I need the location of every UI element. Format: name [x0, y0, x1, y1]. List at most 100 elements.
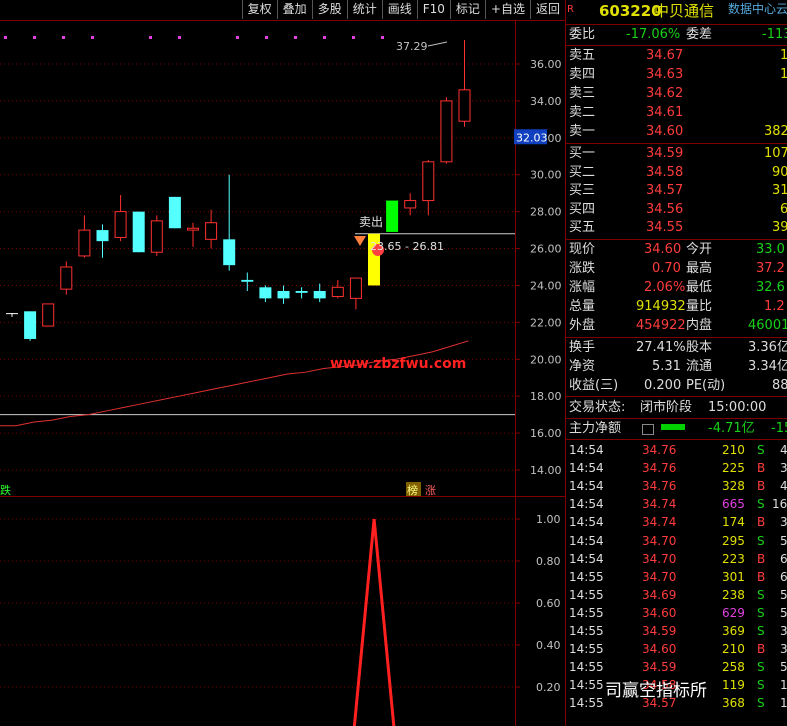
- tick-volume: 210: [722, 443, 745, 457]
- fund-value-2: 3.36亿: [748, 340, 787, 355]
- indicator-tick-label: 0.40: [536, 639, 561, 652]
- quote-label: 现价: [569, 242, 596, 257]
- ask-label: 卖二: [569, 105, 596, 120]
- tick-price: 34.74: [642, 497, 677, 512]
- signal-dot: [91, 36, 94, 39]
- candle-body: [132, 211, 145, 253]
- ask-label: 卖一: [569, 124, 596, 139]
- candle-body: [440, 100, 453, 163]
- tick-side: S: [757, 678, 765, 693]
- ask-price: 34.63: [646, 67, 684, 82]
- tick-side: B: [757, 515, 766, 530]
- signal-dot: [352, 36, 355, 39]
- price-tick-label: 34.00: [530, 95, 562, 108]
- quote-value-2: 37.2: [756, 261, 785, 276]
- bid-volume: 39: [772, 220, 787, 235]
- tick-volume: 295: [722, 533, 745, 548]
- tick-time: 14:55: [569, 569, 604, 584]
- bid-volume: 31: [772, 183, 787, 198]
- tick-time: 14:55: [569, 605, 604, 620]
- tick-count: 1: [780, 678, 787, 693]
- bid-volume: 90: [772, 164, 787, 180]
- stock-code[interactable]: 603220: [599, 2, 662, 20]
- weibi-value: -17.06%: [626, 27, 681, 42]
- tick-side: B: [757, 551, 766, 566]
- r-mark: R: [567, 4, 574, 15]
- tick-time: 14:55: [569, 587, 604, 602]
- tick-volume: 238: [722, 587, 745, 602]
- ask-label: 卖四: [569, 67, 596, 82]
- candle-body: [386, 200, 399, 232]
- tag-zhang: 涨: [425, 484, 436, 497]
- tick-time: 14:55: [569, 660, 604, 675]
- quote-label: 涨幅: [569, 280, 596, 295]
- weicha-value: -113: [762, 27, 787, 42]
- chart-area[interactable]: 复权叠加多股统计画线F10标记+自选返回 36.0034.0032.0030.0…: [0, 0, 565, 726]
- quote-value: 34.60: [644, 242, 682, 257]
- quote-label-2: 最低: [686, 280, 713, 295]
- candle-body: [259, 287, 272, 299]
- tick-volume: 119: [722, 678, 745, 693]
- tick-price: 34.59: [642, 660, 677, 675]
- tick-volume: 629: [722, 605, 745, 620]
- tick-count: 6: [780, 551, 787, 566]
- trade-status-value: 闭市阶段: [640, 400, 693, 415]
- bid-price: 34.56: [646, 201, 684, 217]
- quote-value: 454922: [636, 318, 686, 333]
- ask-volume: 382: [764, 124, 787, 139]
- signal-dot: [236, 36, 239, 39]
- high-price-arrow: [427, 41, 448, 47]
- tick-count: 5: [780, 660, 787, 675]
- website-watermark: www.zbzfwu.com: [330, 356, 466, 372]
- candle-body: [24, 311, 37, 339]
- fund-value: 5.31: [652, 359, 681, 374]
- fund-value: 27.41%: [636, 340, 686, 355]
- cost-range-label: 23.65 - 26.81: [370, 240, 444, 253]
- tick-volume: 301: [722, 569, 745, 584]
- tick-time: 14:55: [569, 642, 604, 657]
- fund-value-2: 88: [772, 378, 787, 393]
- tick-time: 14:55: [569, 624, 604, 638]
- high-price-label: 37.29: [396, 40, 428, 53]
- tick-time: 14:55: [569, 696, 604, 711]
- data-source-label: 数据中心云计: [728, 2, 787, 16]
- tick-side: S: [757, 497, 765, 512]
- tick-time: 14:54: [569, 479, 604, 494]
- tick-side: S: [757, 624, 765, 638]
- tick-price: 34.60: [642, 642, 677, 657]
- signal-dot: [4, 36, 7, 39]
- ask-volume: 1: [780, 47, 787, 65]
- stock-name[interactable]: 中贝通信: [654, 2, 714, 20]
- tick-count: 1: [780, 696, 787, 711]
- weicha-label: 委差: [686, 27, 713, 42]
- signal-dot: [323, 36, 326, 39]
- price-tick-label: 16.00: [530, 427, 562, 440]
- tick-count: 3: [780, 515, 787, 530]
- kline-chart[interactable]: 36.0034.0032.0030.0028.0026.0024.0022.00…: [0, 0, 565, 726]
- tick-volume: 328: [722, 479, 745, 494]
- quote-value: 0.70: [652, 261, 681, 276]
- tick-price: 34.69: [642, 587, 677, 602]
- status-separator: [566, 418, 787, 419]
- tick-volume: 665: [722, 497, 745, 512]
- bid-price: 34.58: [646, 164, 684, 180]
- header-separator: [566, 24, 787, 25]
- weibi-label: 委比: [569, 27, 596, 42]
- quote-label-2: 量比: [686, 299, 713, 314]
- quote-separator: [566, 337, 787, 338]
- indicator-tick-label: 0.80: [536, 555, 561, 568]
- fund-label-2: PE(动): [686, 378, 726, 393]
- quote-value-2: 1.2: [764, 299, 785, 314]
- candle-body: [404, 200, 417, 209]
- quote-label-2: 内盘: [686, 318, 713, 333]
- tick-time: 14:54: [569, 551, 604, 566]
- tick-volume: 174: [722, 515, 745, 530]
- signal-dot: [62, 36, 65, 39]
- quote-label-2: 今开: [686, 242, 713, 257]
- candle-body: [6, 313, 18, 315]
- tick-side: S: [757, 587, 765, 602]
- tick-side: B: [757, 461, 766, 476]
- quote-value-2: 32.6: [756, 280, 785, 295]
- candle-body: [187, 227, 199, 231]
- tick-side: S: [757, 605, 765, 620]
